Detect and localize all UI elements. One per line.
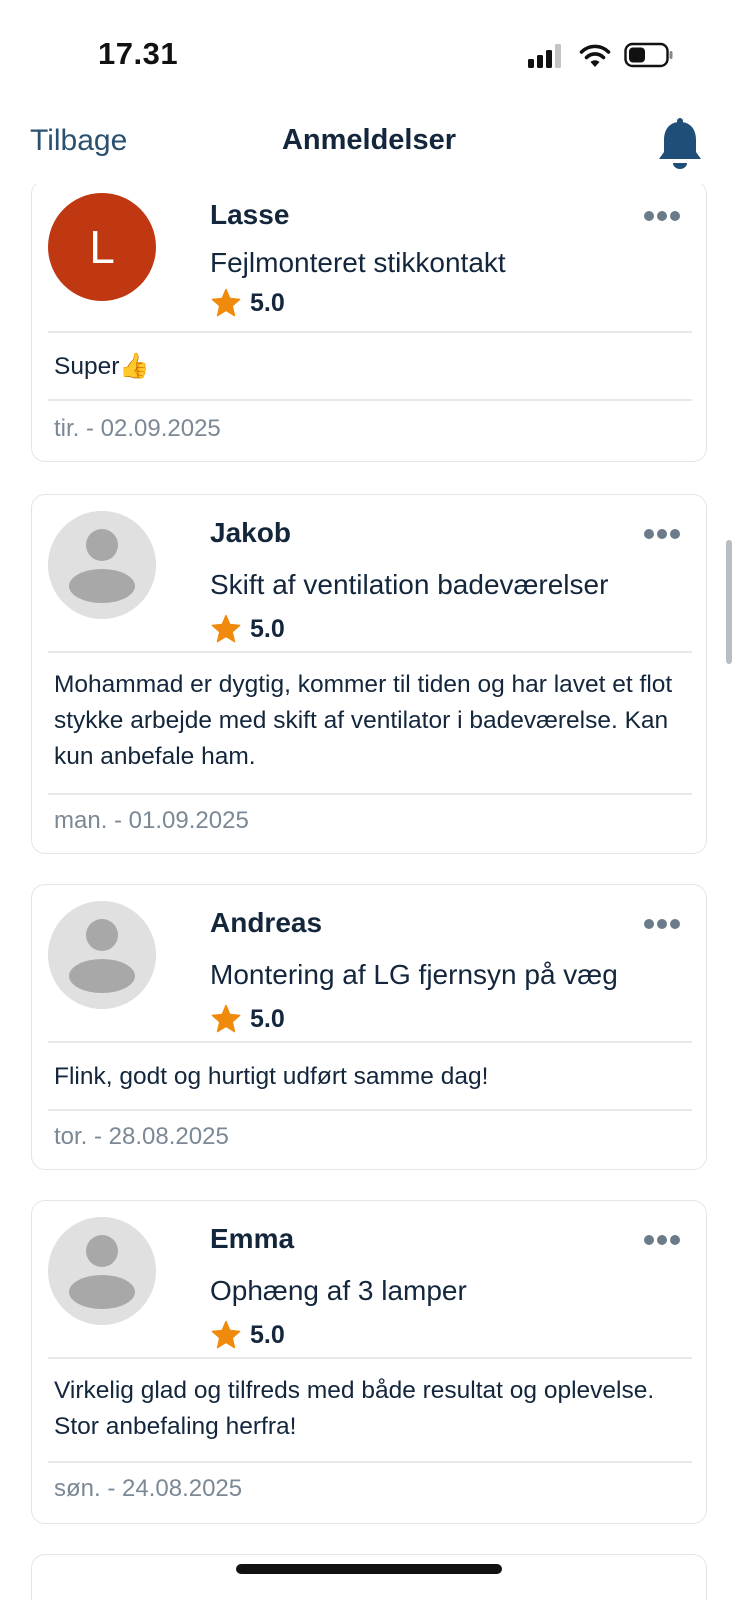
divider	[48, 399, 692, 401]
reviewer-name: Lasse	[210, 199, 290, 230]
star-icon	[211, 1320, 241, 1349]
rating-value: 5.0	[250, 614, 285, 643]
review-date: tor. - 28.08.2025	[54, 1123, 229, 1150]
avatar-placeholder-icon	[48, 901, 156, 1009]
screen: 17.31 Tilbage Anmeldelser L Lasse Fejlmo…	[0, 0, 738, 1600]
review-comment: Super👍	[54, 353, 150, 380]
divider	[48, 331, 692, 333]
more-options-icon[interactable]	[644, 529, 680, 541]
review-card: L Lasse Fejlmonteret stikkontakt 5.0 Sup…	[31, 184, 707, 462]
status-time: 17.31	[98, 36, 179, 71]
rating-value: 5.0	[250, 288, 285, 317]
rating: 5.0	[210, 1003, 285, 1035]
job-title: Ophæng af 3 lamper	[210, 1275, 467, 1306]
more-options-icon[interactable]	[644, 919, 680, 931]
home-indicator[interactable]	[236, 1564, 502, 1574]
rating: 5.0	[210, 613, 285, 645]
rating: 5.0	[210, 1319, 285, 1351]
review-card: Jakob Skift af ventilation badeværelser …	[31, 494, 707, 854]
review-date: man. - 01.09.2025	[54, 807, 249, 834]
wifi-icon	[579, 44, 611, 67]
star-icon	[211, 288, 241, 317]
divider	[48, 1461, 692, 1463]
avatar-placeholder-icon	[48, 1217, 156, 1325]
review-date: tir. - 02.09.2025	[54, 415, 221, 442]
divider	[48, 793, 692, 795]
rating: 5.0	[210, 287, 285, 319]
divider	[48, 1109, 692, 1111]
back-button[interactable]: Tilbage	[30, 124, 127, 158]
divider	[48, 651, 692, 653]
avatar-placeholder-icon	[48, 511, 156, 619]
reviewer-name: Jakob	[210, 517, 291, 548]
battery-icon	[624, 42, 673, 68]
job-title: Fejlmonteret stikkontakt	[210, 247, 506, 278]
status-bar: 17.31	[0, 0, 738, 100]
divider	[48, 1041, 692, 1043]
review-comment: Flink, godt og hurtigt udført samme dag!	[54, 1063, 489, 1090]
more-options-icon[interactable]	[644, 1235, 680, 1247]
cellular-signal-icon	[528, 44, 564, 68]
star-icon	[211, 614, 241, 643]
review-date: søn. - 24.08.2025	[54, 1475, 243, 1502]
rating-value: 5.0	[250, 1320, 285, 1349]
avatar: L	[48, 193, 156, 301]
review-card: Emma Ophæng af 3 lamper 5.0 Virkelig gla…	[31, 1200, 707, 1524]
reviewer-name: Andreas	[210, 907, 323, 938]
rating-value: 5.0	[250, 1004, 285, 1033]
more-options-icon[interactable]	[644, 211, 680, 223]
reviewer-name: Emma	[210, 1223, 295, 1254]
job-title: Montering af LG fjernsyn på væg	[210, 959, 618, 990]
review-card	[31, 1554, 707, 1600]
review-comment: Mohammad er dygtig, kommer til tiden og …	[54, 671, 673, 770]
scrollbar[interactable]	[726, 540, 732, 664]
bell-icon[interactable]	[656, 116, 704, 172]
review-card: Andreas Montering af LG fjernsyn på væg …	[31, 884, 707, 1170]
review-comment: Virkelig glad og tilfreds med både resul…	[54, 1377, 655, 1440]
star-icon	[211, 1004, 241, 1033]
divider	[48, 1357, 692, 1359]
job-title: Skift af ventilation badeværelser	[210, 569, 609, 600]
reviews-list[interactable]: L Lasse Fejlmonteret stikkontakt 5.0 Sup…	[0, 184, 738, 1600]
navigation-bar: Tilbage Anmeldelser	[0, 100, 738, 184]
